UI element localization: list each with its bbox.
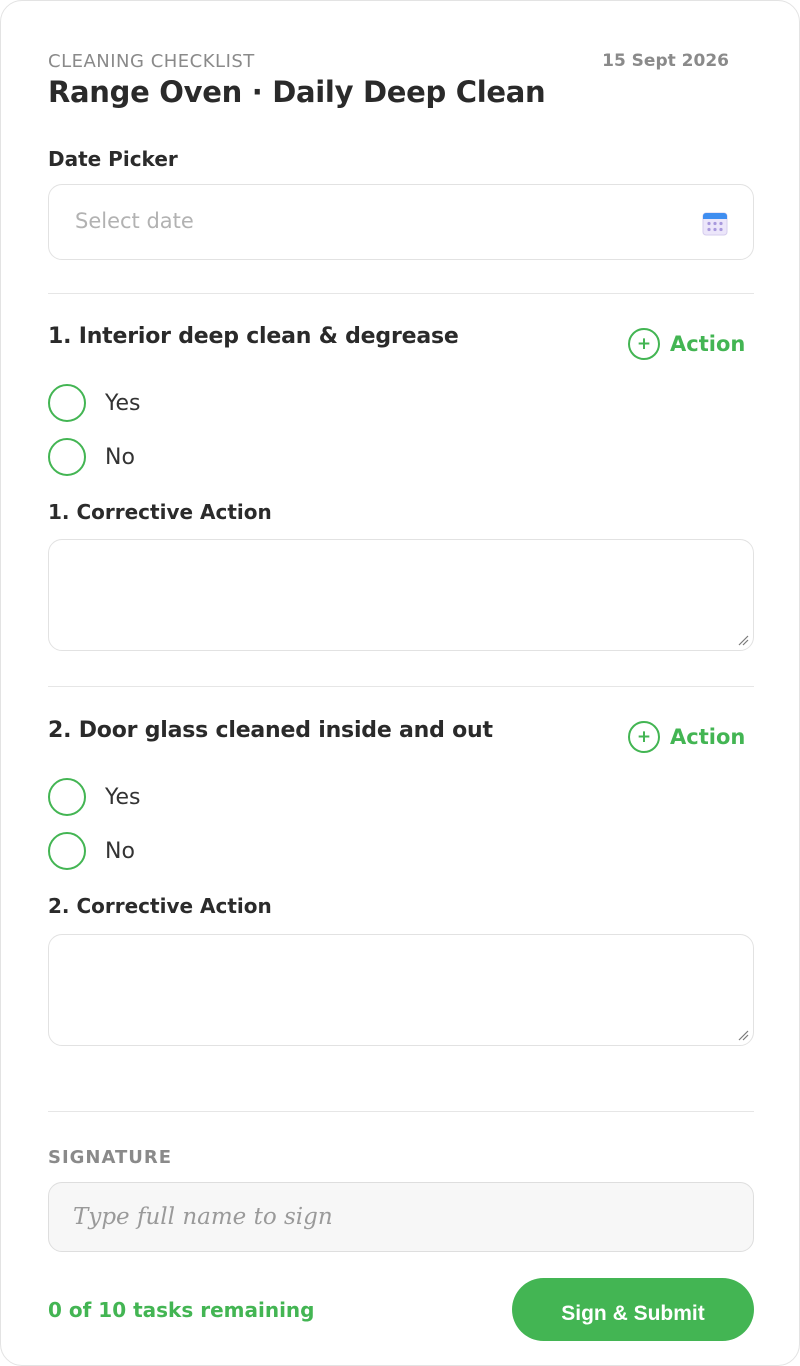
signature-field[interactable] <box>48 1182 754 1252</box>
page-title: Range Oven · Daily Deep Clean <box>48 75 546 109</box>
radio-button[interactable] <box>48 778 86 816</box>
action-button-label: Action <box>670 725 746 749</box>
section-divider <box>48 686 754 687</box>
section-divider <box>48 293 754 294</box>
question-1-corrective-label: 1. Corrective Action <box>48 500 272 524</box>
question-2-option-no[interactable]: No <box>48 832 348 870</box>
radio-label-yes: Yes <box>105 390 141 416</box>
date-picker-label: Date Picker <box>48 147 178 171</box>
header-date: 15 Sept 2026 <box>602 51 729 71</box>
radio-label-no: No <box>105 444 135 470</box>
question-2-corrective-label: 2. Corrective Action <box>48 894 272 918</box>
question-1-corrective-field[interactable] <box>48 539 754 651</box>
question-1-option-no[interactable]: No <box>48 438 348 476</box>
question-2-corrective-field[interactable] <box>48 934 754 1046</box>
plus-circle-icon: + <box>628 328 660 360</box>
question-1-option-yes[interactable]: Yes <box>48 384 348 422</box>
checklist-card: CLEANING CHECKLIST 15 Sept 2026 Range Ov… <box>0 0 800 1366</box>
resize-handle-icon[interactable] <box>737 634 749 646</box>
radio-button[interactable] <box>48 438 86 476</box>
action-button-label: Action <box>670 332 746 356</box>
question-1-title: 1. Interior deep clean & degrease <box>48 324 459 349</box>
plus-circle-icon: + <box>628 721 660 753</box>
corrective-action-textarea[interactable] <box>49 935 753 1045</box>
date-picker-input[interactable] <box>75 185 675 257</box>
radio-button[interactable] <box>48 384 86 422</box>
question-2-title: 2. Door glass cleaned inside and out <box>48 718 493 743</box>
radio-label-yes: Yes <box>105 784 141 810</box>
section-divider <box>48 1111 754 1112</box>
sign-and-submit-button[interactable]: Sign & Submit <box>512 1278 754 1341</box>
calendar-icon[interactable] <box>702 211 728 237</box>
radio-label-no: No <box>105 838 135 864</box>
question-1-action-button[interactable]: + Action <box>628 328 748 360</box>
question-2-option-yes[interactable]: Yes <box>48 778 348 816</box>
question-2-action-button[interactable]: + Action <box>628 721 748 753</box>
radio-button[interactable] <box>48 832 86 870</box>
signature-input[interactable] <box>49 1183 753 1251</box>
checklist-type-label: CLEANING CHECKLIST <box>48 51 255 72</box>
signature-label: SIGNATURE <box>48 1147 173 1168</box>
resize-handle-icon[interactable] <box>737 1029 749 1041</box>
corrective-action-textarea[interactable] <box>49 540 753 650</box>
date-picker-field[interactable] <box>48 184 754 260</box>
tasks-remaining-count: 0 of 10 tasks remaining <box>48 1298 315 1322</box>
